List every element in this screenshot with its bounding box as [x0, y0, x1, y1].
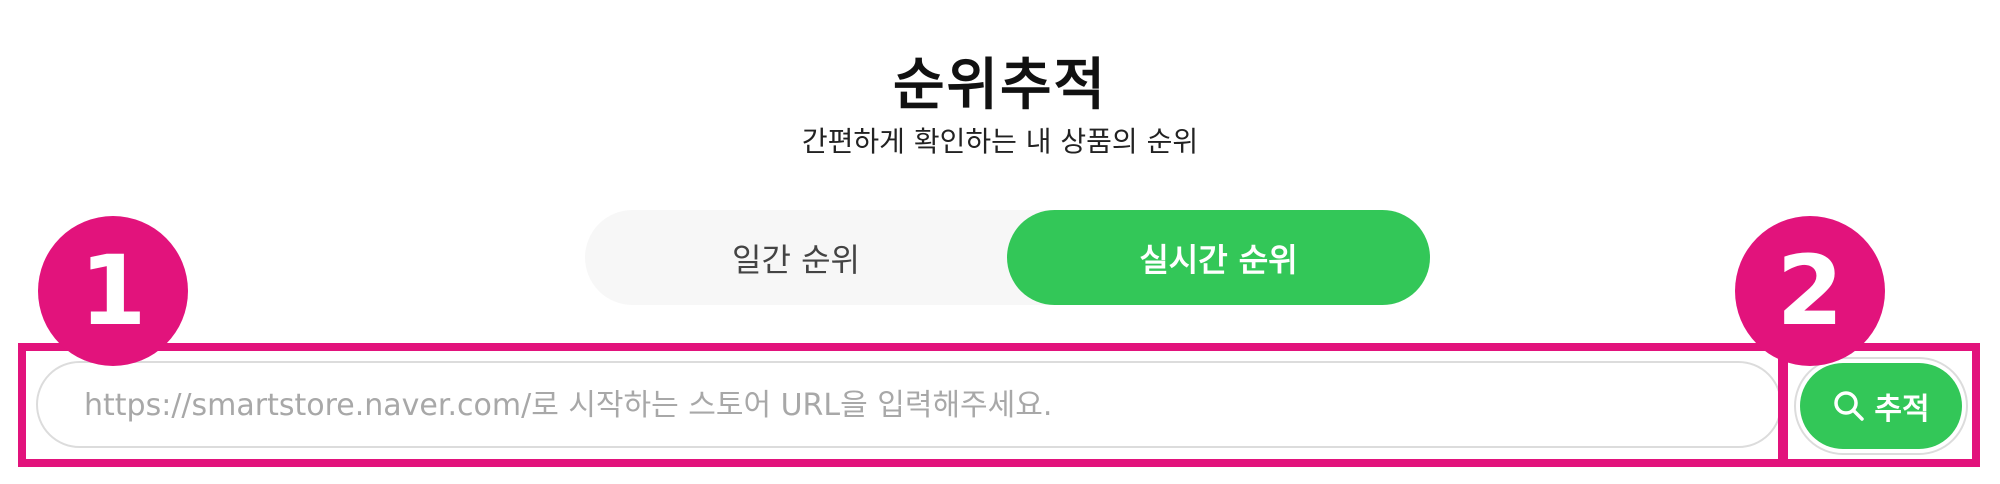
tab-daily-rank[interactable]: 일간 순위 [585, 210, 1007, 305]
page-title: 순위추적 [892, 53, 1108, 118]
annotation-badge-2: 2 [1735, 216, 1885, 366]
tab-realtime-rank[interactable]: 실시간 순위 [1007, 210, 1430, 305]
rank-tracking-page: 순위추적 간편하게 확인하는 내 상품의 순위 일간 순위 실시간 순위 추적 … [0, 0, 2000, 484]
annotation-badge-1: 1 [38, 216, 188, 366]
annotation-highlight-url-input [18, 343, 1788, 467]
rank-type-tabs: 일간 순위 실시간 순위 [585, 210, 1430, 305]
page-subtitle: 간편하게 확인하는 내 상품의 순위 [801, 125, 1199, 158]
